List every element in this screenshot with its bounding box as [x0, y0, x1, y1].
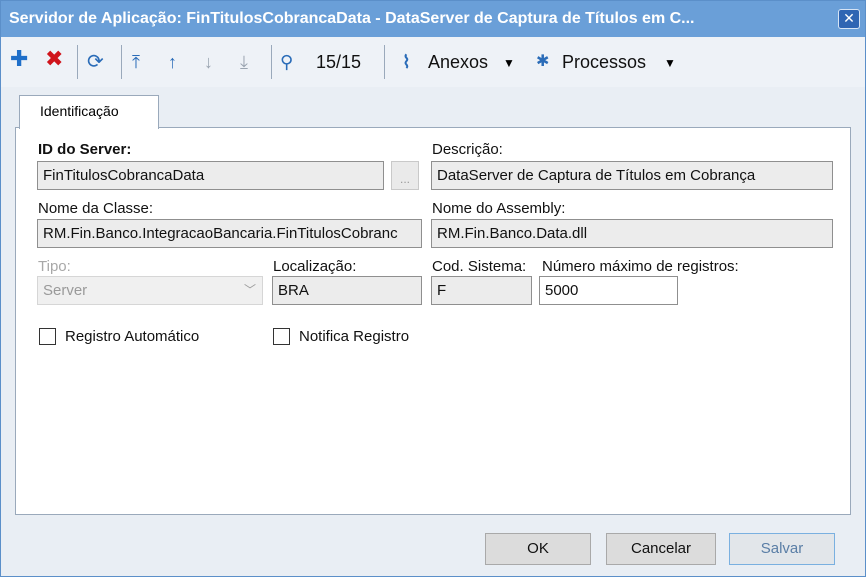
- first-record-icon[interactable]: ⤒: [132, 49, 140, 75]
- class-name-label: Nome da Classe:: [38, 200, 154, 217]
- assembly-field[interactable]: RM.Fin.Banco.Data.dll: [431, 219, 833, 248]
- max-records-field[interactable]: 5000: [539, 276, 678, 305]
- chevron-down-icon: ﹀: [243, 283, 256, 297]
- auto-register-checkbox[interactable]: [39, 328, 56, 345]
- description-label: Descrição:: [432, 141, 503, 158]
- processes-button[interactable]: Processos: [562, 49, 646, 75]
- processes-dropdown-icon[interactable]: ▼: [664, 50, 676, 76]
- auto-register-label: Registro Automático: [65, 328, 200, 345]
- close-button[interactable]: ✕: [838, 9, 860, 29]
- dialog-window: Servidor de Aplicação: FinTitulosCobranc…: [0, 0, 866, 577]
- ellipsis-button[interactable]: ...: [391, 161, 419, 190]
- system-code-label: Cod. Sistema:: [432, 258, 527, 275]
- system-code-field[interactable]: F: [431, 276, 532, 305]
- record-counter: 15/15: [316, 52, 362, 72]
- toolbar: ✚ ✖ ⟳ ⤒ ↑ ↓ ⤓ ⚲ 15/15 ⌇ Anexos ▼ ✱ Proce…: [1, 37, 865, 87]
- toolbar-separator: [121, 45, 122, 79]
- server-id-label: ID do Server:: [38, 141, 132, 158]
- last-record-icon[interactable]: ⤓: [240, 49, 248, 75]
- type-value: Server: [43, 282, 88, 299]
- toolbar-separator: [384, 45, 385, 79]
- tab-identificacao[interactable]: Identificação: [19, 95, 159, 129]
- attachments-dropdown-icon[interactable]: ▼: [503, 50, 515, 76]
- type-select[interactable]: Server ﹀: [37, 276, 263, 305]
- location-field[interactable]: BRA: [272, 276, 422, 305]
- processes-icon[interactable]: ✱: [536, 49, 549, 75]
- description-field[interactable]: DataServer de Captura de Títulos em Cobr…: [431, 161, 833, 190]
- attachments-button[interactable]: Anexos: [428, 49, 488, 75]
- tab-label: Identificação: [40, 103, 119, 119]
- type-label: Tipo:: [38, 258, 71, 275]
- ok-button[interactable]: OK: [485, 533, 591, 565]
- next-record-icon[interactable]: ↓: [204, 49, 213, 75]
- title-bar: Servidor de Aplicação: FinTitulosCobranc…: [1, 1, 865, 37]
- notify-register-label: Notifica Registro: [299, 328, 410, 345]
- search-icon[interactable]: ⚲: [280, 49, 293, 75]
- refresh-icon[interactable]: ⟳: [87, 49, 104, 75]
- notify-register-checkbox[interactable]: [273, 328, 290, 345]
- cancel-button[interactable]: Cancelar: [606, 533, 716, 565]
- window-title: Servidor de Aplicação: FinTitulosCobranc…: [9, 10, 695, 27]
- assembly-label: Nome do Assembly:: [432, 200, 566, 217]
- attachments-icon[interactable]: ⌇: [402, 49, 411, 75]
- toolbar-separator: [271, 45, 272, 79]
- save-button[interactable]: Salvar: [729, 533, 835, 565]
- server-id-field[interactable]: FinTitulosCobrancaData: [37, 161, 384, 190]
- class-name-field[interactable]: RM.Fin.Banco.IntegracaoBancaria.FinTitul…: [37, 219, 422, 248]
- toolbar-separator: [77, 45, 78, 79]
- location-label: Localização:: [273, 258, 357, 275]
- delete-icon[interactable]: ✖: [45, 46, 63, 72]
- max-records-label: Número máximo de registros:: [542, 258, 739, 275]
- previous-record-icon[interactable]: ↑: [168, 49, 177, 75]
- add-icon[interactable]: ✚: [10, 46, 28, 72]
- close-icon: ✕: [843, 10, 855, 26]
